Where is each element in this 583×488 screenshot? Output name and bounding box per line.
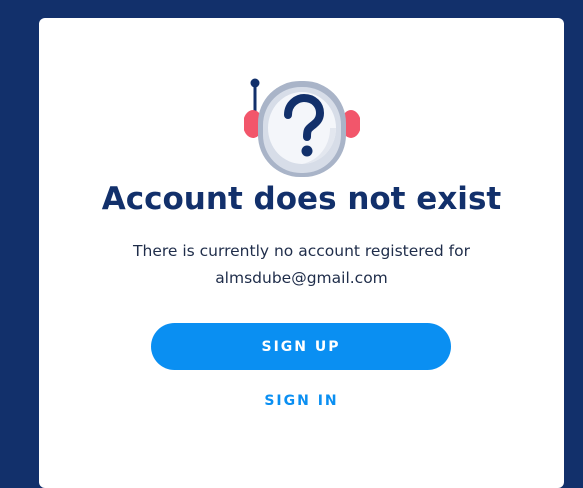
- account-dialog: Account does not exist There is currentl…: [39, 18, 564, 488]
- sign-in-link[interactable]: SIGN IN: [39, 389, 564, 413]
- astronaut-helmet-question-icon: [244, 78, 360, 177]
- account-message: There is currently no account registered…: [39, 238, 564, 292]
- message-line: There is currently no account registered…: [133, 242, 470, 260]
- sign-up-button[interactable]: SIGN UP: [151, 323, 451, 370]
- email-address: almsdube@gmail.com: [215, 269, 388, 287]
- page-title: Account does not exist: [101, 181, 502, 217]
